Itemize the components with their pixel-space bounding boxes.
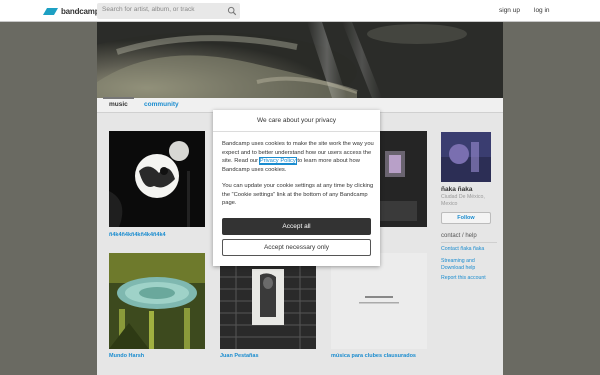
contact-artist-link[interactable]: Contact ñaka ñaka (441, 246, 501, 253)
dialog-title: We care about your privacy (213, 110, 380, 132)
album-title[interactable]: Juan Pestañas (220, 353, 259, 359)
follow-button[interactable]: Follow (441, 212, 491, 224)
album-cover[interactable] (109, 253, 205, 349)
album-item[interactable]: Juan Pestañas (220, 253, 316, 359)
artist-banner-image (97, 22, 503, 98)
artist-location: Ciudad De México, Mexico (441, 194, 485, 207)
album-cover[interactable] (220, 253, 316, 349)
accept-necessary-button[interactable]: Accept necessary only (222, 239, 371, 256)
accept-all-button[interactable]: Accept all (222, 218, 371, 235)
streaming-help-link[interactable]: Streaming and Download help (441, 258, 499, 272)
log-in-link[interactable]: log in (534, 7, 550, 14)
search-input[interactable]: Search for artist, album, or track (97, 3, 240, 19)
album-title[interactable]: música para clubes clausurados (331, 353, 416, 359)
artist-name: ñaka ñaka (441, 186, 473, 193)
tab-music[interactable]: music (103, 97, 134, 108)
album-item[interactable]: Mundo Harsh (109, 253, 205, 359)
cookie-settings-note: You can update your cookie settings at a… (222, 183, 374, 207)
divider (441, 242, 497, 243)
report-account-link[interactable]: Report this account (441, 275, 501, 282)
search-icon[interactable] (227, 6, 237, 16)
album-title[interactable]: ñ4k4ñ4kñ4kñ4k4ñ4k4 (109, 232, 166, 238)
bandcamp-logo-icon (42, 7, 59, 15)
sign-up-link[interactable]: sign up (499, 7, 520, 14)
album-cover[interactable] (109, 131, 205, 227)
cookie-consent-dialog: We care about your privacy Bandcamp uses… (213, 110, 380, 266)
cookie-description: Bandcamp uses cookies to make the site w… (222, 140, 374, 174)
search-placeholder: Search for artist, album, or track (102, 6, 195, 13)
artist-photo[interactable] (441, 132, 491, 182)
contact-help-heading: contact / help (441, 233, 477, 239)
tab-community[interactable]: community (144, 101, 179, 108)
logo-text: bandcamp (61, 6, 100, 16)
privacy-policy-link[interactable]: Privacy Policy (258, 157, 297, 166)
album-title[interactable]: Mundo Harsh (109, 353, 144, 359)
album-item[interactable]: ñ4k4ñ4kñ4kñ4k4ñ4k4 (109, 131, 205, 238)
album-item[interactable]: música para clubes clausurados (331, 253, 427, 359)
bandcamp-logo[interactable]: bandcamp (42, 5, 100, 17)
top-bar: bandcamp Search for artist, album, or tr… (0, 0, 600, 22)
album-cover[interactable] (331, 253, 427, 349)
